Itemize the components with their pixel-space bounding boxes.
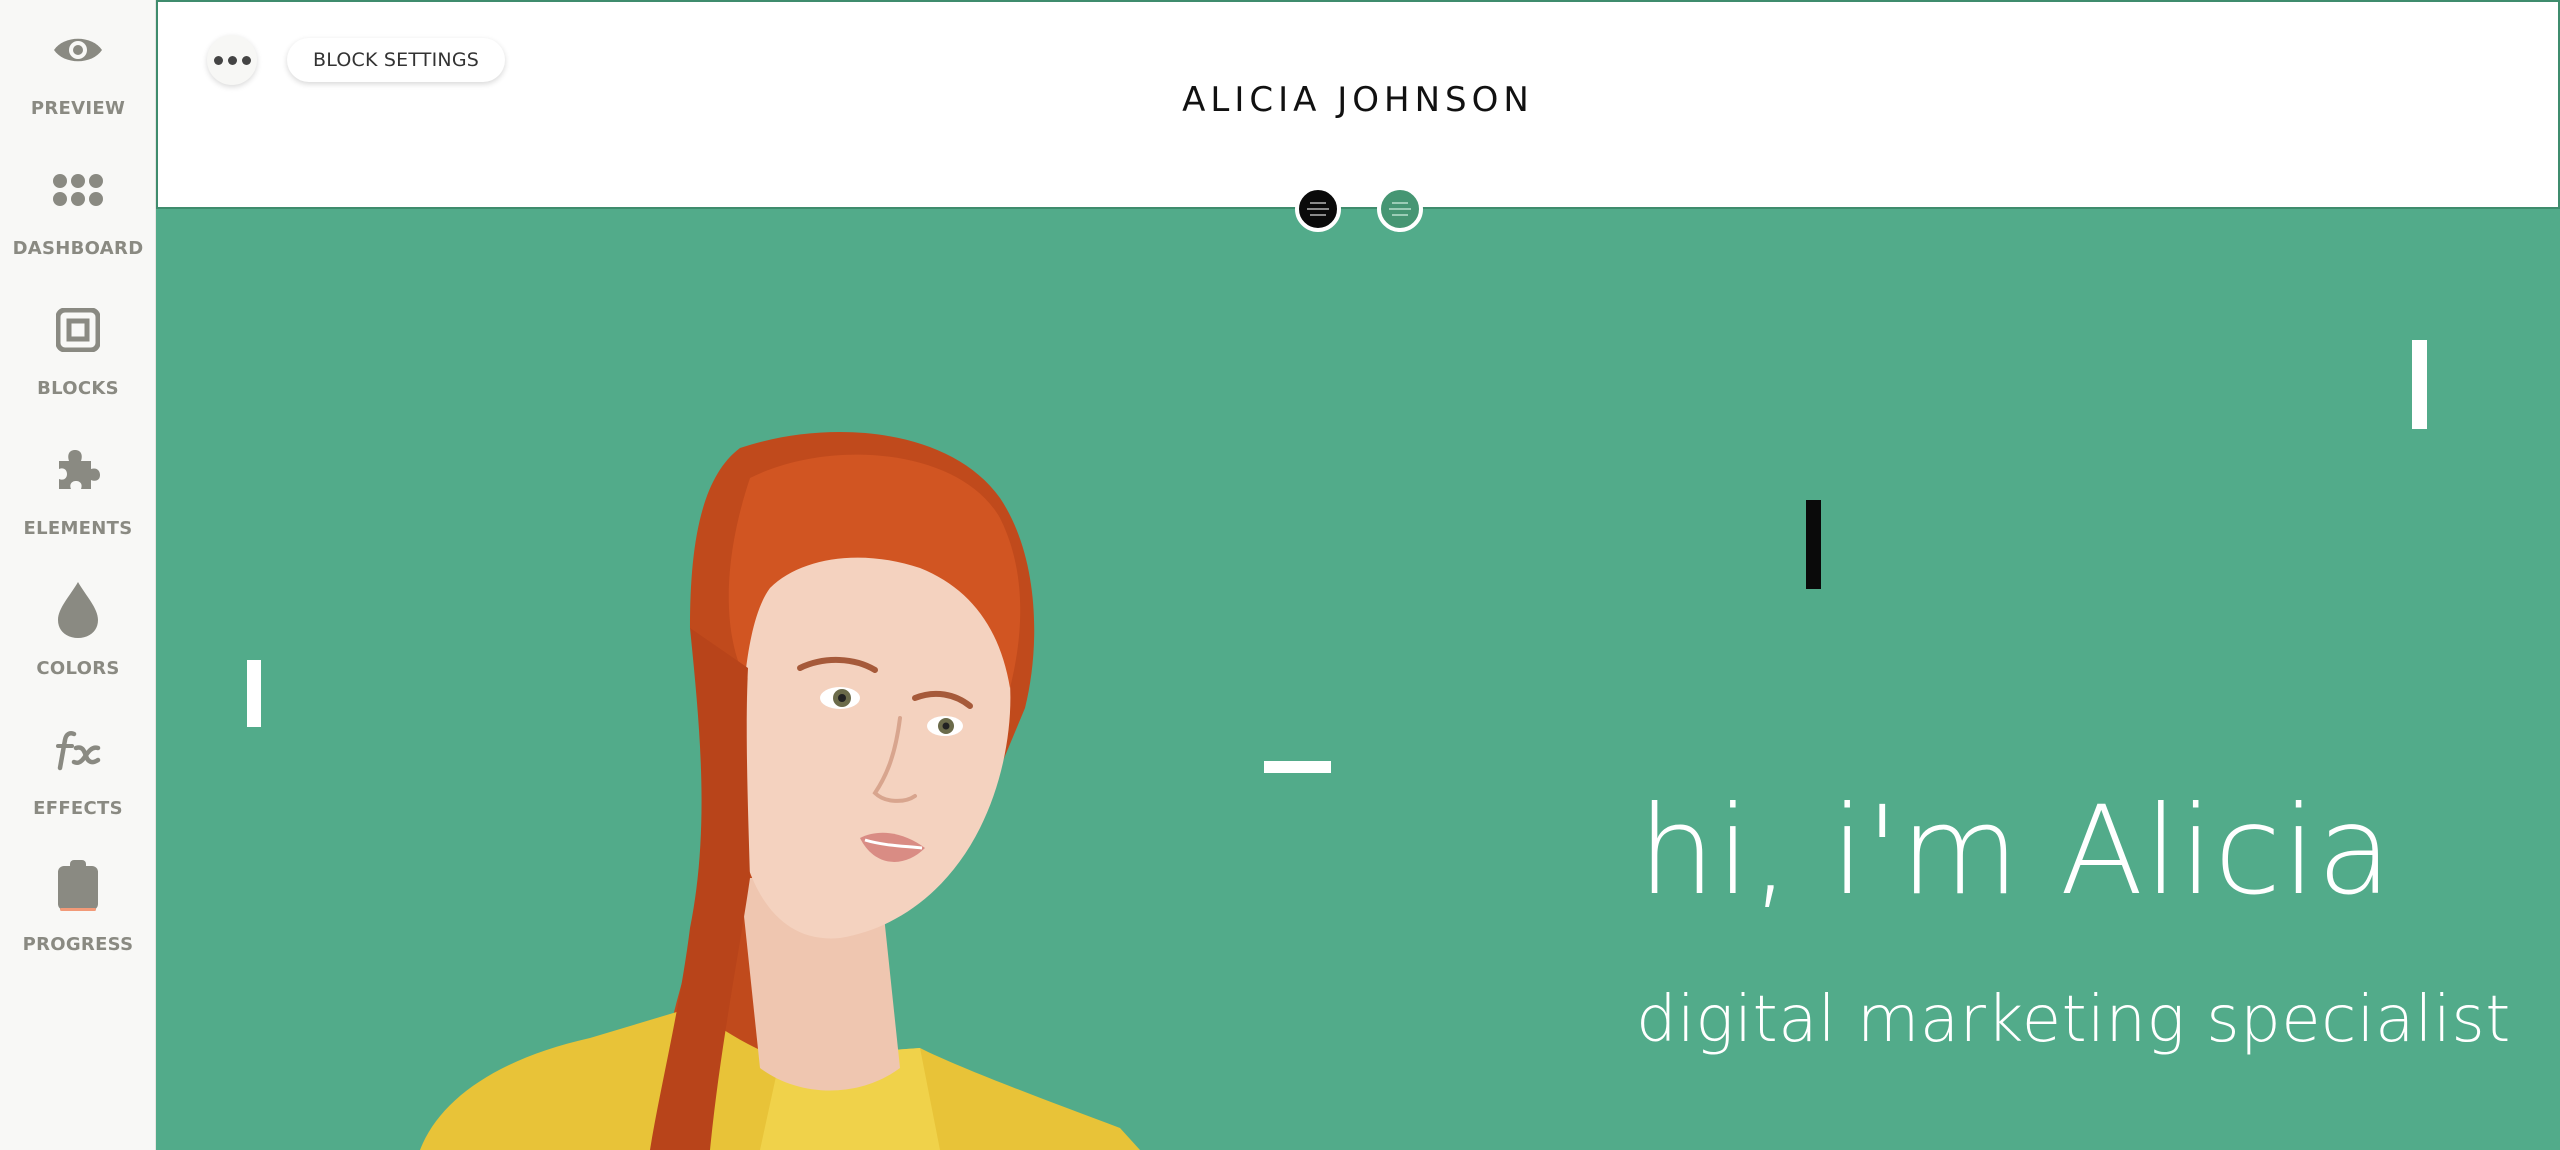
droplet-icon	[50, 582, 106, 638]
site-title[interactable]: ALICIA JOHNSON	[158, 80, 2558, 120]
portrait-image	[420, 432, 1140, 1150]
sidebar-item-dashboard[interactable]: DASHBOARD	[0, 144, 156, 274]
decorative-bar-white-left	[247, 660, 261, 727]
more-options-button[interactable]	[207, 35, 257, 85]
block-square-icon	[50, 302, 106, 358]
block-settings-button[interactable]: BLOCK SETTINGS	[287, 38, 506, 82]
sidebar-item-elements[interactable]: ELEMENTS	[0, 424, 156, 554]
menu-lines-icon	[1392, 202, 1408, 204]
sidebar-item-preview[interactable]: PREVIEW	[0, 4, 156, 134]
block-menu-button-green[interactable]	[1377, 186, 1423, 232]
site-header-block[interactable]: BLOCK SETTINGS ALICIA JOHNSON	[156, 0, 2560, 209]
more-dots-icon	[213, 55, 223, 65]
more-dots-icon	[241, 55, 251, 65]
eye-icon	[50, 22, 106, 78]
sidebar-item-progress[interactable]: PROGRESS	[0, 840, 156, 970]
sidebar-item-colors[interactable]: COLORS	[0, 564, 156, 694]
sidebar-label: COLORS	[36, 658, 120, 679]
sidebar-label: ELEMENTS	[23, 518, 133, 539]
sidebar-label: DASHBOARD	[12, 238, 144, 259]
sidebar-item-blocks[interactable]: BLOCKS	[0, 284, 156, 414]
decorative-bar-white-right	[2412, 340, 2427, 429]
hero-heading[interactable]: hi, i'm Alicia	[1638, 790, 2393, 912]
sidebar-label: PROGRESS	[22, 934, 134, 955]
hero-subheading[interactable]: digital marketing specialist	[1636, 988, 2511, 1052]
menu-lines-icon	[1310, 202, 1326, 204]
editor-sidebar: PREVIEW DASHBOARD BLOCKS ELEMENTS COLORS…	[0, 0, 156, 1150]
sidebar-label: PREVIEW	[30, 98, 126, 119]
decorative-dash-white	[1264, 761, 1331, 773]
decorative-bar-black	[1806, 500, 1821, 589]
sidebar-label: BLOCKS	[37, 378, 119, 399]
sidebar-label: EFFECTS	[33, 798, 123, 819]
fx-icon	[50, 722, 106, 778]
block-menu-button-dark[interactable]	[1295, 186, 1341, 232]
clipboard-icon	[50, 858, 106, 914]
sidebar-item-effects[interactable]: EFFECTS	[0, 704, 156, 834]
more-dots-icon	[227, 55, 237, 65]
grid-dots-icon	[50, 162, 106, 218]
puzzle-piece-icon	[50, 442, 106, 498]
